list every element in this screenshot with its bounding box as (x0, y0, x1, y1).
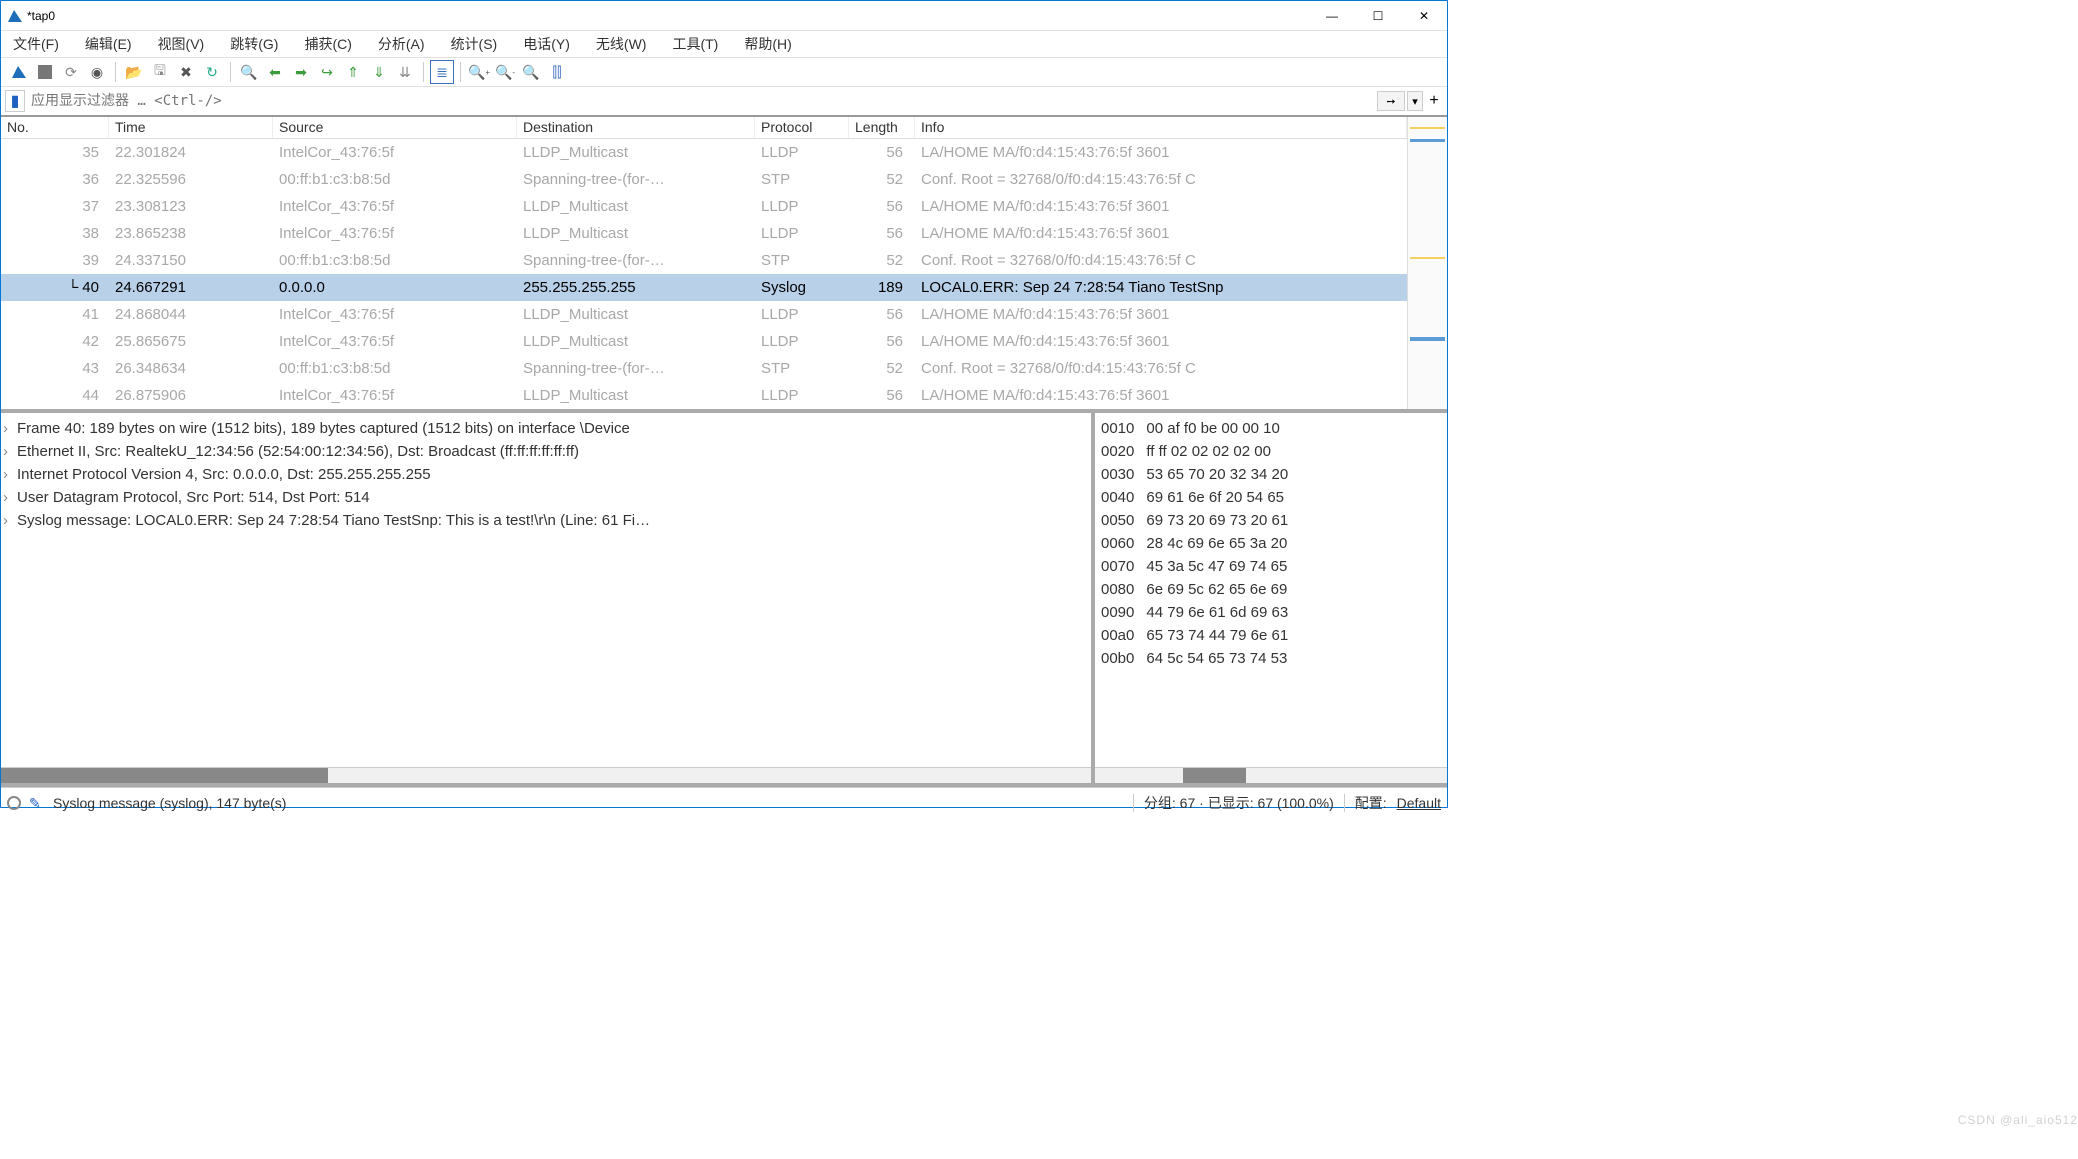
packet-row[interactable]: └ 4024.6672910.0.0.0255.255.255.255Syslo… (1, 274, 1407, 301)
col-no[interactable]: No. (1, 117, 109, 138)
save-file-icon[interactable]: 🖫 (148, 60, 172, 84)
col-time[interactable]: Time (109, 117, 273, 138)
menu-statistics[interactable]: 统计(S) (447, 32, 502, 56)
col-destination[interactable]: Destination (517, 117, 755, 138)
titlebar: *tap0 — ☐ ✕ (1, 1, 1447, 31)
filter-dropdown-button[interactable]: ▾ (1407, 91, 1423, 111)
menu-capture[interactable]: 捕获(C) (300, 32, 355, 56)
tree-line[interactable]: ›Frame 40: 189 bytes on wire (1512 bits)… (3, 417, 1089, 440)
filter-bookmark-icon[interactable]: ▮ (5, 90, 25, 112)
hex-line[interactable]: 003053 65 70 20 32 34 20 (1101, 463, 1441, 486)
packet-row[interactable]: 3622.32559600:ff:b1:c3:b8:5dSpanning-tre… (1, 166, 1407, 193)
statusbar: ✎ Syslog message (syslog), 147 byte(s) 分… (1, 787, 1447, 817)
hex-line[interactable]: 0020ff ff 02 02 02 02 00 (1101, 440, 1441, 463)
hex-line[interactable]: 00806e 69 5c 62 65 6e 69 (1101, 578, 1441, 601)
packet-row[interactable]: 3823.865238IntelCor_43:76:5fLLDP_Multica… (1, 220, 1407, 247)
menu-file[interactable]: 文件(F) (9, 32, 63, 56)
lower-panes: ›Frame 40: 189 bytes on wire (1512 bits)… (1, 413, 1447, 787)
packet-list-header[interactable]: No. Time Source Destination Protocol Len… (1, 117, 1407, 139)
display-filter-input[interactable] (27, 90, 1377, 112)
hex-line[interactable]: 00b064 5c 54 65 73 74 53 (1101, 647, 1441, 670)
minimize-button[interactable]: — (1309, 1, 1355, 31)
status-profile-value[interactable]: Default (1397, 795, 1441, 811)
toolbar: ⟳ ◉ 📂 🖫 ✖ ↻ 🔍 ⬅ ➡ ↪ ⇑ ⇓ ⇊ ≣ 🔍+ 🔍- 🔍 ⫿⫿ (1, 57, 1447, 87)
packet-row[interactable]: 4426.875906IntelCor_43:76:5fLLDP_Multica… (1, 382, 1407, 409)
app-icon (7, 8, 23, 24)
colorize-icon[interactable]: ≣ (430, 60, 454, 84)
hex-line[interactable]: 007045 3a 5c 47 69 74 65 (1101, 555, 1441, 578)
watermark: CSDN @ali_aio512 (1958, 1113, 2078, 1127)
menu-analyze[interactable]: 分析(A) (374, 32, 429, 56)
col-protocol[interactable]: Protocol (755, 117, 849, 138)
filter-add-button[interactable]: + (1425, 92, 1443, 110)
hex-hscroll[interactable] (1095, 767, 1447, 783)
hex-line[interactable]: 006028 4c 69 6e 65 3a 20 (1101, 532, 1441, 555)
menu-telephony[interactable]: 电话(Y) (519, 32, 574, 56)
zoom-in-icon[interactable]: 🔍+ (467, 60, 491, 84)
tree-line[interactable]: ›Ethernet II, Src: RealtekU_12:34:56 (52… (3, 440, 1089, 463)
status-field: Syslog message (syslog), 147 byte(s) (53, 795, 286, 811)
restart-capture-icon[interactable]: ⟳ (59, 60, 83, 84)
packet-details-pane[interactable]: ›Frame 40: 189 bytes on wire (1512 bits)… (1, 413, 1095, 783)
packet-row[interactable]: 3924.33715000:ff:b1:c3:b8:5dSpanning-tre… (1, 247, 1407, 274)
start-capture-icon[interactable] (7, 60, 31, 84)
packet-row[interactable]: 4124.868044IntelCor_43:76:5fLLDP_Multica… (1, 301, 1407, 328)
menu-view[interactable]: 视图(V) (154, 32, 209, 56)
window-title: *tap0 (27, 9, 55, 23)
menu-edit[interactable]: 编辑(E) (81, 32, 136, 56)
packet-minimap[interactable] (1407, 117, 1447, 409)
edit-icon[interactable]: ✎ (29, 795, 45, 811)
reload-icon[interactable]: ↻ (200, 60, 224, 84)
hex-line[interactable]: 001000 af f0 be 00 00 10 (1101, 417, 1441, 440)
go-first-icon[interactable]: ⇑ (341, 60, 365, 84)
tree-line[interactable]: ›User Datagram Protocol, Src Port: 514, … (3, 486, 1089, 509)
packet-row[interactable]: 4225.865675IntelCor_43:76:5fLLDP_Multica… (1, 328, 1407, 355)
menu-tools[interactable]: 工具(T) (668, 32, 722, 56)
zoom-reset-icon[interactable]: 🔍 (519, 60, 543, 84)
filter-bar: ▮ ➙ ▾ + (1, 87, 1447, 117)
tree-hscroll[interactable] (1, 767, 1091, 783)
close-file-icon[interactable]: ✖ (174, 60, 198, 84)
go-back-icon[interactable]: ⬅ (263, 60, 287, 84)
expert-info-icon[interactable] (7, 796, 21, 810)
packet-row[interactable]: 3723.308123IntelCor_43:76:5fLLDP_Multica… (1, 193, 1407, 220)
go-last-icon[interactable]: ⇓ (367, 60, 391, 84)
window-buttons: — ☐ ✕ (1309, 1, 1447, 31)
maximize-button[interactable]: ☐ (1355, 1, 1401, 31)
hex-line[interactable]: 005069 73 20 69 73 20 61 (1101, 509, 1441, 532)
tree-line[interactable]: ›Syslog message: LOCAL0.ERR: Sep 24 7:28… (3, 509, 1089, 532)
zoom-out-icon[interactable]: 🔍- (493, 60, 517, 84)
menu-help[interactable]: 帮助(H) (740, 32, 795, 56)
auto-scroll-icon[interactable]: ⇊ (393, 60, 417, 84)
close-button[interactable]: ✕ (1401, 1, 1447, 31)
status-packets: 分组: 67 · 已显示: 67 (100.0%) (1144, 793, 1334, 813)
go-forward-icon[interactable]: ➡ (289, 60, 313, 84)
col-info[interactable]: Info (915, 117, 1407, 138)
hex-line[interactable]: 004069 61 6e 6f 20 54 65 (1101, 486, 1441, 509)
resize-columns-icon[interactable]: ⫿⫿ (545, 60, 569, 84)
hex-line[interactable]: 00a065 73 74 44 79 6e 61 (1101, 624, 1441, 647)
go-to-packet-icon[interactable]: ↪ (315, 60, 339, 84)
stop-capture-icon[interactable] (33, 60, 57, 84)
capture-options-icon[interactable]: ◉ (85, 60, 109, 84)
packet-bytes-pane[interactable]: 001000 af f0 be 00 00 10 0020ff ff 02 02… (1095, 413, 1447, 783)
open-file-icon[interactable]: 📂 (122, 60, 146, 84)
col-length[interactable]: Length (849, 117, 915, 138)
status-profile-label: 配置: (1355, 793, 1387, 813)
filter-apply-button[interactable]: ➙ (1377, 91, 1405, 111)
find-packet-icon[interactable]: 🔍 (237, 60, 261, 84)
tree-line[interactable]: ›Internet Protocol Version 4, Src: 0.0.0… (3, 463, 1089, 486)
packet-row[interactable]: 4326.34863400:ff:b1:c3:b8:5dSpanning-tre… (1, 355, 1407, 382)
menubar: 文件(F) 编辑(E) 视图(V) 跳转(G) 捕获(C) 分析(A) 统计(S… (1, 31, 1447, 57)
packet-rows[interactable]: 3522.301824IntelCor_43:76:5fLLDP_Multica… (1, 139, 1407, 409)
packet-row[interactable]: 3522.301824IntelCor_43:76:5fLLDP_Multica… (1, 139, 1407, 166)
packet-list-pane: No. Time Source Destination Protocol Len… (1, 117, 1447, 413)
menu-go[interactable]: 跳转(G) (226, 32, 282, 56)
menu-wireless[interactable]: 无线(W) (592, 32, 651, 56)
hex-line[interactable]: 009044 79 6e 61 6d 69 63 (1101, 601, 1441, 624)
col-source[interactable]: Source (273, 117, 517, 138)
